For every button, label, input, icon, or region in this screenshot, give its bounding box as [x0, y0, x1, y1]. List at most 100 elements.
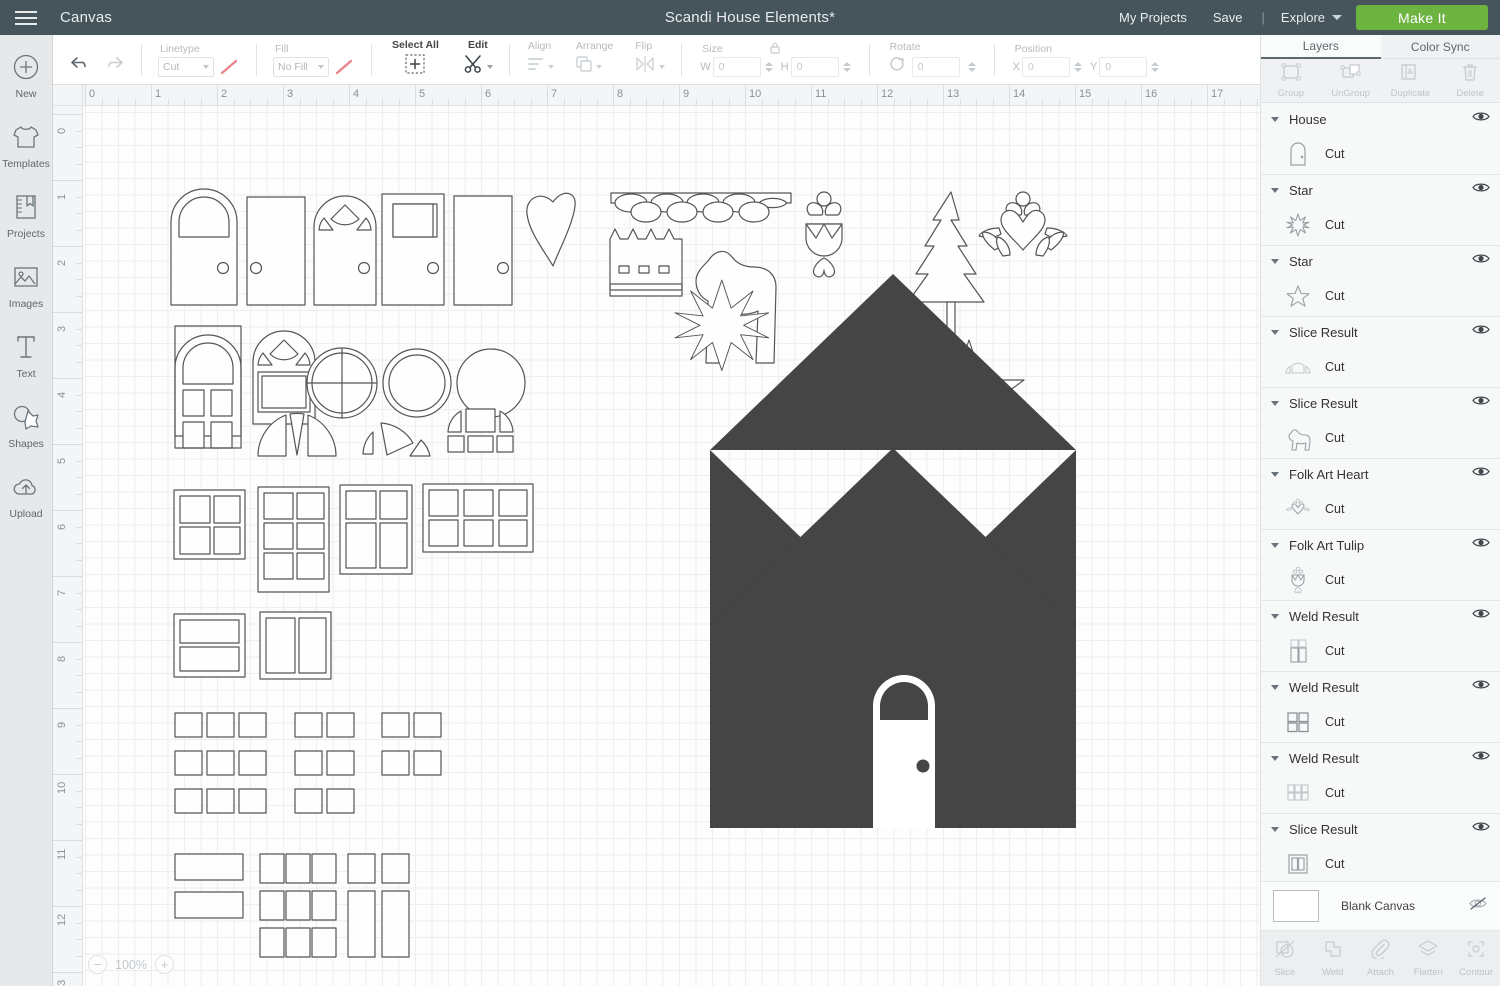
sidebar-item-projects[interactable]: Projects	[0, 187, 53, 257]
chevron-down-icon[interactable]	[1271, 116, 1279, 122]
contour-button[interactable]: Contour	[1452, 931, 1500, 986]
layer-child-row[interactable]: Cut	[1261, 560, 1500, 600]
visibility-toggle-icon[interactable]	[1472, 678, 1490, 696]
flatten-button[interactable]: Flatten	[1404, 931, 1452, 986]
zoom-control[interactable]: − 100% +	[88, 955, 174, 974]
sidebar-item-templates[interactable]: Templates	[0, 117, 53, 187]
visibility-toggle-icon[interactable]	[1472, 465, 1490, 483]
layer-header[interactable]: House	[1261, 104, 1500, 134]
layer-child-row[interactable]: Cut	[1261, 347, 1500, 387]
save-button[interactable]: Save	[1200, 10, 1256, 25]
width-input[interactable]: 0	[712, 56, 761, 77]
make-it-button[interactable]: Make It	[1356, 5, 1488, 30]
linetype-color-swatch[interactable]	[218, 57, 240, 77]
sidebar-item-text[interactable]: Text	[0, 327, 53, 397]
layer-header[interactable]: Slice Result	[1261, 388, 1500, 418]
width-stepper[interactable]	[764, 61, 773, 72]
sidebar-item-shapes[interactable]: Shapes	[0, 397, 53, 467]
machine-selector[interactable]: Explore	[1271, 10, 1356, 25]
height-field[interactable]: H 0	[781, 56, 851, 77]
position-y-input[interactable]: 0	[1099, 56, 1148, 77]
visibility-toggle-icon[interactable]	[1472, 252, 1490, 270]
chevron-down-icon[interactable]	[1271, 400, 1279, 406]
linetype-select[interactable]: Cut	[158, 56, 214, 77]
position-x-field[interactable]: X 0	[1013, 56, 1082, 77]
position-x-input[interactable]: 0	[1021, 56, 1070, 77]
layer-header[interactable]: Slice Result	[1261, 814, 1500, 844]
visibility-toggle-icon[interactable]	[1472, 607, 1490, 625]
rotate-input[interactable]: 0	[911, 56, 960, 77]
fill-select[interactable]: No Fill	[273, 56, 329, 77]
chevron-down-icon[interactable]	[1271, 187, 1279, 193]
layer-header[interactable]: Folk Art Tulip	[1261, 530, 1500, 560]
rotate-stepper[interactable]	[967, 61, 976, 72]
visibility-toggle-icon[interactable]	[1472, 820, 1490, 838]
lock-aspect-icon[interactable]	[768, 41, 782, 60]
hamburger-menu-icon[interactable]	[0, 0, 52, 35]
canvas-viewport[interactable]	[83, 106, 1260, 986]
layer-child-row[interactable]: Cut	[1261, 418, 1500, 458]
layer-header[interactable]: Weld Result	[1261, 743, 1500, 773]
attach-button[interactable]: Attach	[1357, 931, 1405, 986]
position-y-stepper[interactable]	[1151, 61, 1160, 72]
redo-icon[interactable]	[99, 53, 125, 78]
visibility-toggle-icon[interactable]	[1472, 536, 1490, 554]
layer-child-row[interactable]: Cut	[1261, 844, 1500, 881]
tab-layers[interactable]: Layers	[1261, 35, 1381, 59]
chevron-down-icon[interactable]	[1271, 755, 1279, 761]
chevron-down-icon[interactable]	[1271, 613, 1279, 619]
edit-menu-button[interactable]	[463, 53, 493, 80]
layer-list[interactable]: House Cut Star Cut Star Cut Slice Result…	[1261, 104, 1500, 881]
arrange-button[interactable]	[574, 54, 602, 79]
chevron-down-icon[interactable]	[1271, 542, 1279, 548]
visibility-toggle-icon[interactable]	[1472, 181, 1490, 199]
design-canvas[interactable]: 0 1 2 3 4 5 6 7 8 9 10 11 12 13 14 15 16 17 0 1 2 3 4 5 6 7 8 9 10 1…	[53, 85, 1260, 986]
layer-child-row[interactable]: Cut	[1261, 276, 1500, 316]
flip-button[interactable]	[633, 54, 666, 79]
chevron-down-icon[interactable]	[1271, 684, 1279, 690]
canvas-artwork[interactable]	[83, 106, 1260, 986]
chevron-down-icon[interactable]	[1271, 826, 1279, 832]
position-x-stepper[interactable]	[1073, 61, 1082, 72]
eye-slash-icon[interactable]	[1468, 896, 1488, 916]
select-all-group[interactable]: Select All	[378, 35, 453, 85]
fill-color-swatch[interactable]	[333, 57, 355, 77]
chevron-down-icon[interactable]	[1271, 329, 1279, 335]
width-field[interactable]: W 0	[700, 56, 773, 77]
height-input[interactable]: 0	[790, 56, 839, 77]
delete-button[interactable]: Delete	[1440, 59, 1500, 102]
align-button[interactable]	[526, 54, 554, 79]
height-stepper[interactable]	[842, 61, 851, 72]
layer-header[interactable]: Weld Result	[1261, 672, 1500, 702]
sidebar-item-images[interactable]: Images	[0, 257, 53, 327]
layer-child-row[interactable]: Cut	[1261, 773, 1500, 813]
visibility-toggle-icon[interactable]	[1472, 110, 1490, 128]
layer-header[interactable]: Weld Result	[1261, 601, 1500, 631]
visibility-toggle-icon[interactable]	[1472, 394, 1490, 412]
layer-child-row[interactable]: Cut	[1261, 205, 1500, 245]
marquee-select-icon[interactable]	[403, 53, 427, 80]
sidebar-item-upload[interactable]: Upload	[0, 467, 53, 537]
slice-button[interactable]: Slice	[1261, 931, 1309, 986]
layer-header[interactable]: Star	[1261, 175, 1500, 205]
ungroup-button[interactable]: UnGroup	[1321, 59, 1381, 102]
chevron-down-icon[interactable]	[1271, 471, 1279, 477]
tab-color-sync[interactable]: Color Sync	[1381, 35, 1500, 59]
layer-child-row[interactable]: Cut	[1261, 702, 1500, 742]
weld-button[interactable]: Weld	[1309, 931, 1357, 986]
sidebar-item-new[interactable]: New	[0, 47, 53, 117]
layer-child-row[interactable]: Cut	[1261, 134, 1500, 174]
group-button[interactable]: Group	[1261, 59, 1321, 102]
layer-header[interactable]: Folk Art Heart	[1261, 459, 1500, 489]
position-y-field[interactable]: Y 0	[1090, 56, 1160, 77]
duplicate-button[interactable]: Duplicate	[1381, 59, 1441, 102]
zoom-in-button[interactable]: +	[154, 955, 174, 974]
layer-header[interactable]: Star	[1261, 246, 1500, 276]
blank-canvas-row[interactable]: Blank Canvas	[1261, 881, 1500, 931]
undo-icon[interactable]	[69, 53, 95, 78]
layer-child-row[interactable]: Cut	[1261, 489, 1500, 529]
my-projects-link[interactable]: My Projects	[1106, 10, 1200, 25]
chevron-down-icon[interactable]	[1271, 258, 1279, 264]
zoom-out-button[interactable]: −	[88, 955, 107, 974]
visibility-toggle-icon[interactable]	[1472, 749, 1490, 767]
